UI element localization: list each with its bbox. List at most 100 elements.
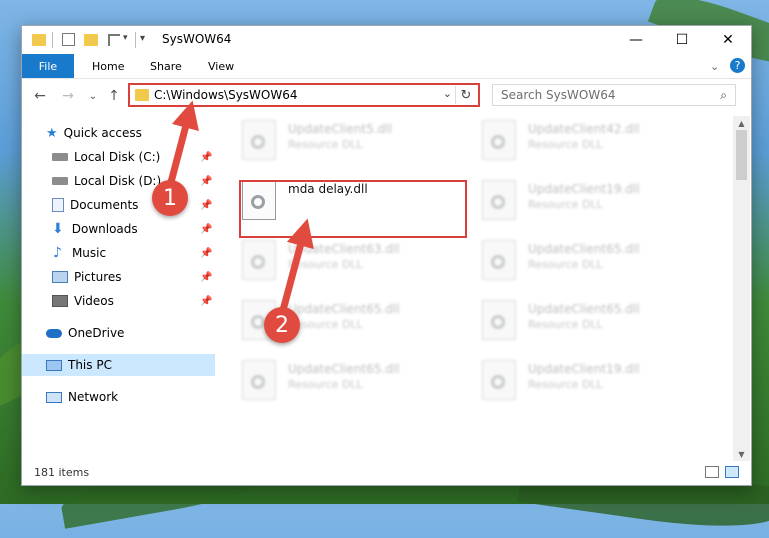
file-item[interactable]: UpdateClient42.dll Resource DLL xyxy=(458,116,688,166)
dll-file-icon xyxy=(482,180,516,220)
file-item[interactable]: UpdateClient5.dll Resource DLL xyxy=(218,116,448,166)
large-icons-view-icon[interactable] xyxy=(725,466,739,478)
pin-icon: 📌 xyxy=(200,175,213,187)
close-button[interactable]: ✕ xyxy=(705,26,751,54)
properties-icon[interactable] xyxy=(62,33,75,46)
file-type: Resource DLL xyxy=(528,318,603,331)
tab-share[interactable]: Share xyxy=(150,54,182,78)
sidebar-item-pictures[interactable]: Pictures 📌 xyxy=(22,266,215,288)
step-badge-1: 1 xyxy=(152,180,188,216)
scroll-up-icon[interactable]: ▲ xyxy=(733,116,750,130)
pin-icon: 📌 xyxy=(200,247,213,259)
drive-icon xyxy=(52,153,68,161)
dll-file-icon xyxy=(482,360,516,400)
file-type: Resource DLL xyxy=(288,378,363,391)
sidebar-item-onedrive[interactable]: OneDrive xyxy=(22,322,215,344)
navigation-bar: ← → ⌄ ↑ C:\Windows\SysWOW64 ⌄ ↻ Search S… xyxy=(22,79,751,113)
details-view-icon[interactable] xyxy=(705,466,719,478)
file-name: UpdateClient65.dll xyxy=(528,302,640,316)
tab-view[interactable]: View xyxy=(208,54,234,78)
expand-ribbon-button[interactable]: ⌄ xyxy=(710,54,719,78)
sidebar-item-label: Pictures xyxy=(74,270,122,284)
sidebar-item-label: OneDrive xyxy=(68,326,125,340)
dll-file-icon xyxy=(242,360,276,400)
ribbon: File Home Share View ⌄ ? xyxy=(22,54,751,79)
file-type: Resource DLL xyxy=(288,258,363,271)
maximize-button[interactable]: ☐ xyxy=(659,26,705,54)
file-item[interactable]: UpdateClient19.dll Resource DLL xyxy=(458,356,688,406)
customize-quick-access-icon[interactable] xyxy=(108,34,120,46)
file-item[interactable]: UpdateClient65.dll Resource DLL xyxy=(458,236,688,286)
file-name: UpdateClient19.dll xyxy=(528,182,640,196)
file-type: Resource DLL xyxy=(528,378,603,391)
tab-home[interactable]: Home xyxy=(92,54,124,78)
music-icon: ♪ xyxy=(53,245,62,261)
scroll-thumb[interactable] xyxy=(736,130,747,180)
dll-file-icon xyxy=(242,120,276,160)
sidebar-item-music[interactable]: ♪ Music 📌 xyxy=(22,242,215,264)
file-name: UpdateClient65.dll xyxy=(288,302,400,316)
sidebar-item-label: Videos xyxy=(74,294,114,308)
file-type: Resource DLL xyxy=(528,138,603,151)
vertical-scrollbar[interactable]: ▲ ▼ xyxy=(733,116,750,461)
videos-icon xyxy=(52,295,68,307)
sidebar-item-label: Documents xyxy=(70,198,139,212)
dll-file-icon xyxy=(482,300,516,340)
file-item[interactable]: UpdateClient65.dll Resource DLL xyxy=(458,296,688,346)
folder-icon xyxy=(135,89,149,101)
file-name: UpdateClient5.dll xyxy=(288,122,392,136)
window-title: SysWOW64 xyxy=(162,32,232,46)
file-name: UpdateClient19.dll xyxy=(528,362,640,376)
scroll-down-icon[interactable]: ▼ xyxy=(733,447,750,461)
search-input[interactable]: Search SysWOW64 xyxy=(501,88,615,102)
pictures-icon xyxy=(52,271,68,283)
sidebar-item-downloads[interactable]: ⬇ Downloads 📌 xyxy=(22,218,215,240)
back-button[interactable]: ← xyxy=(32,88,48,104)
file-item[interactable]: UpdateClient19.dll Resource DLL xyxy=(458,176,688,226)
pin-icon: 📌 xyxy=(200,271,213,283)
file-list: UpdateClient5.dll Resource DLL UpdateCli… xyxy=(218,116,732,461)
file-item[interactable]: UpdateClient65.dll Resource DLL xyxy=(218,356,448,406)
file-name: UpdateClient65.dll xyxy=(528,242,640,256)
file-item[interactable]: UpdateClient65.dll Resource DLL xyxy=(218,296,448,346)
pin-icon: 📌 xyxy=(200,151,213,163)
sidebar-item-videos[interactable]: Videos 📌 xyxy=(22,290,215,312)
sidebar-item-label: Music xyxy=(71,246,107,260)
tab-file[interactable]: File xyxy=(22,54,74,78)
minimize-button[interactable]: — xyxy=(613,26,659,54)
address-path[interactable]: C:\Windows\SysWOW64 xyxy=(154,88,298,102)
forward-button[interactable]: → xyxy=(60,88,76,104)
recent-locations-button[interactable]: ⌄ xyxy=(85,88,101,104)
sidebar-item-label: Downloads xyxy=(71,222,138,236)
address-dropdown-button[interactable]: ⌄ xyxy=(443,87,452,100)
pin-down-icon[interactable]: ▾ xyxy=(140,33,145,49)
file-item[interactable]: UpdateClient63.dll Resource DLL xyxy=(218,236,448,286)
sidebar-item-label: Quick access xyxy=(63,126,142,140)
refresh-button[interactable]: ↻ xyxy=(455,86,476,104)
divider xyxy=(52,32,53,48)
help-button[interactable]: ? xyxy=(730,58,745,73)
explorer-window: ▾ ▾ SysWOW64 — ☐ ✕ File Home Share View … xyxy=(21,25,752,486)
computer-icon xyxy=(46,359,62,371)
cloud-icon xyxy=(46,328,62,338)
new-folder-icon[interactable] xyxy=(84,34,98,46)
download-icon: ⬇ xyxy=(52,221,64,237)
sidebar-item-network[interactable]: Network xyxy=(22,386,215,408)
drive-icon xyxy=(52,177,68,185)
up-button[interactable]: ↑ xyxy=(106,88,122,104)
sidebar-item-label: Local Disk (C:) xyxy=(74,150,161,164)
sidebar-item-local-disk-c[interactable]: Local Disk (C:) 📌 xyxy=(22,146,215,168)
sidebar-item-this-pc[interactable]: This PC xyxy=(22,354,215,376)
search-box[interactable]: Search SysWOW64 ⌕ xyxy=(492,84,736,106)
search-icon[interactable]: ⌕ xyxy=(720,88,727,103)
dll-file-icon xyxy=(482,240,516,280)
file-name: UpdateClient42.dll xyxy=(528,122,640,136)
sidebar-item-quick-access[interactable]: ★ Quick access xyxy=(22,122,215,144)
chevron-down-icon[interactable]: ▾ xyxy=(123,33,128,49)
sidebar-item-label: This PC xyxy=(68,358,112,372)
step-badge-2: 2 xyxy=(264,307,300,343)
file-name: UpdateClient63.dll xyxy=(288,242,400,256)
file-name: UpdateClient65.dll xyxy=(288,362,400,376)
sidebar-item-local-disk-d[interactable]: Local Disk (D:) 📌 xyxy=(22,170,215,192)
address-bar[interactable]: C:\Windows\SysWOW64 ⌄ ↻ xyxy=(128,83,480,107)
